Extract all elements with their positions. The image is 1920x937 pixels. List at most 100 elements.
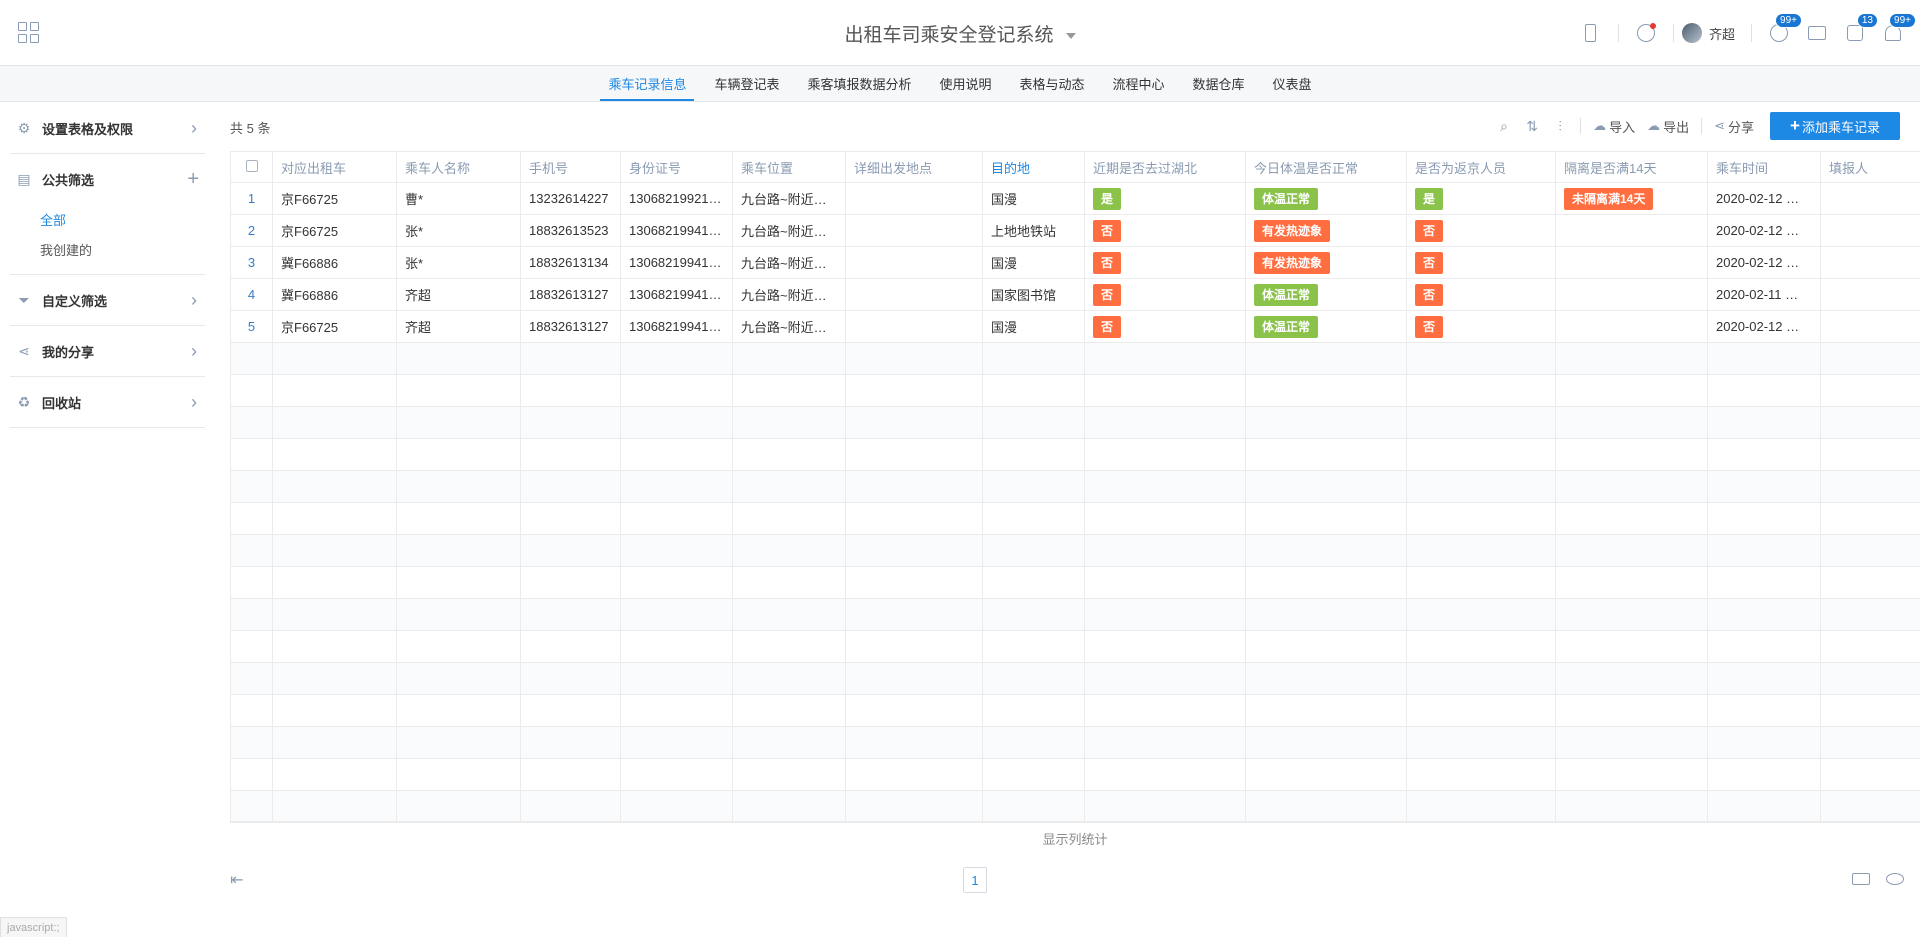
table-row[interactable]: 1 京F66725 曹* 13232614227 13068219921… 九台路~附近，… [230, 182, 1920, 215]
share-button[interactable]: ⋖ 分享 [1714, 117, 1754, 136]
column-header[interactable]: 对应出租车 [272, 151, 397, 183]
table-cell-name[interactable]: 齐超 [396, 310, 521, 343]
column-header[interactable]: 近期是否去过湖北 [1084, 151, 1246, 183]
table-cell-name[interactable]: 张* [396, 246, 521, 279]
table-cell-id[interactable]: 13068219941… [620, 214, 733, 247]
sidebar-item-public-filter[interactable]: ▤ 公共筛选 + [10, 154, 205, 204]
search-icon[interactable]: ⌕ [1493, 115, 1515, 137]
table-cell-hubei[interactable]: 否 [1084, 278, 1246, 311]
table-row[interactable]: 2 京F66725 张* 18832613523 13068219941… 九台路~附近，… [230, 214, 1920, 247]
table-cell-back[interactable]: 否 [1406, 246, 1556, 279]
column-header[interactable]: 身份证号 [620, 151, 733, 183]
tab-data-warehouse[interactable]: 数据仓库 [1179, 66, 1259, 101]
filter-all[interactable]: 全部 [10, 204, 205, 234]
tab-usage-guide[interactable]: 使用说明 [925, 66, 1005, 101]
table-cell-temp[interactable]: 有发热迹象 [1245, 246, 1407, 279]
table-cell-iso[interactable] [1555, 310, 1708, 343]
tab-passenger-analysis[interactable]: 乘客填报数据分析 [793, 66, 925, 101]
table-cell-loc[interactable]: 九台路~附近，… [732, 214, 846, 247]
page-button[interactable]: 1 [963, 867, 987, 893]
tab-workflow-center[interactable]: 流程中心 [1099, 66, 1179, 101]
column-stats-toggle[interactable]: 显示列统计 [230, 829, 1920, 848]
column-header[interactable]: 乘车位置 [732, 151, 846, 183]
column-header[interactable]: 手机号 [520, 151, 621, 183]
table-cell-iso[interactable] [1555, 214, 1708, 247]
table-cell-back[interactable]: 否 [1406, 278, 1556, 311]
row-index[interactable]: 4 [230, 278, 273, 311]
table-cell-detail[interactable] [845, 182, 983, 215]
export-button[interactable]: ☁ 导出 [1647, 117, 1689, 136]
clock-icon[interactable] [1635, 22, 1657, 44]
table-cell-car[interactable]: 冀F66886 [272, 246, 397, 279]
column-header[interactable]: 目的地 [982, 151, 1085, 183]
table-cell-back[interactable]: 否 [1406, 214, 1556, 247]
table-cell-time[interactable]: 2020-02-12 … [1707, 246, 1821, 279]
table-cell-loc[interactable]: 九台路~附近，… [732, 278, 846, 311]
table-cell-car[interactable]: 京F66725 [272, 214, 397, 247]
tab-vehicle-registry[interactable]: 车辆登记表 [700, 66, 793, 101]
import-button[interactable]: ☁ 导入 [1593, 117, 1635, 136]
select-all-checkbox[interactable] [230, 151, 273, 183]
avatar[interactable] [1681, 23, 1702, 43]
chevron-down-icon[interactable] [1065, 32, 1076, 39]
row-index[interactable]: 2 [230, 214, 273, 247]
sidebar-item-custom-filter[interactable]: ⏷ 自定义筛选 › [10, 275, 205, 325]
table-cell-name[interactable]: 曹* [396, 182, 521, 215]
sort-icon[interactable]: ⇅ [1521, 115, 1543, 137]
table-cell-reporter[interactable] [1820, 278, 1920, 311]
user-name[interactable]: 齐超 [1709, 24, 1735, 43]
table-cell-hubei[interactable]: 否 [1084, 310, 1246, 343]
table-cell-hubei[interactable]: 是 [1084, 182, 1246, 215]
table-cell-dest[interactable]: 国漫 [982, 246, 1085, 279]
sidebar-item-recycle-bin[interactable]: ♻ 回收站 › [10, 377, 205, 427]
table-cell-id[interactable]: 13068219941… [620, 246, 733, 279]
table-cell-temp[interactable]: 体温正常 [1245, 310, 1407, 343]
table-row[interactable]: 4 冀F66886 齐超 18832613127 13068219941… 九台路~附近，… [230, 278, 1920, 311]
message-icon[interactable]: 99+ [1768, 13, 1802, 44]
table-cell-id[interactable]: 13068219941… [620, 310, 733, 343]
bell-icon[interactable]: 99+ [1882, 13, 1916, 44]
table-cell-time[interactable]: 2020-02-12 … [1707, 214, 1821, 247]
table-cell-dest[interactable]: 上地地铁站 [982, 214, 1085, 247]
table-cell-time[interactable]: 2020-02-11 … [1707, 278, 1821, 311]
table-cell-temp[interactable]: 体温正常 [1245, 182, 1407, 215]
add-filter-icon[interactable]: + [187, 168, 199, 191]
table-cell-detail[interactable] [845, 246, 983, 279]
tab-forms-activity[interactable]: 表格与动态 [1006, 66, 1099, 101]
table-cell-iso[interactable]: 未隔离满14天 [1555, 182, 1708, 215]
tab-dashboard[interactable]: 仪表盘 [1259, 66, 1326, 101]
table-cell-detail[interactable] [845, 310, 983, 343]
table-cell-detail[interactable] [845, 214, 983, 247]
column-header[interactable]: 乘车人名称 [396, 151, 521, 183]
mobile-icon[interactable] [1580, 22, 1602, 44]
collapse-sidebar-icon[interactable]: ⇤ [230, 870, 243, 890]
sidebar-item-settings[interactable]: ⚙ 设置表格及权限 › [10, 103, 205, 153]
column-header[interactable]: 详细出发地点 [845, 151, 983, 183]
table-cell-dest[interactable]: 国漫 [982, 182, 1085, 215]
filter-mine[interactable]: 我创建的 [10, 234, 205, 264]
eye-icon[interactable] [1886, 873, 1904, 885]
column-header[interactable]: 填报人 [1820, 151, 1920, 183]
table-cell-loc[interactable]: 九台路~附近，… [732, 246, 846, 279]
table-cell-reporter[interactable] [1820, 214, 1920, 247]
tasks-icon[interactable]: 13 [1844, 13, 1878, 44]
table-cell-car[interactable]: 冀F66886 [272, 278, 397, 311]
table-cell-reporter[interactable] [1820, 246, 1920, 279]
table-row[interactable]: 3 冀F66886 张* 18832613134 13068219941… 九台路~附近，… [230, 246, 1920, 279]
table-cell-name[interactable]: 张* [396, 214, 521, 247]
table-cell-detail[interactable] [845, 278, 983, 311]
row-index[interactable]: 5 [230, 310, 273, 343]
table-cell-iso[interactable] [1555, 246, 1708, 279]
table-cell-iso[interactable] [1555, 278, 1708, 311]
table-cell-loc[interactable]: 九台路~附近，… [732, 310, 846, 343]
table-cell-phone[interactable]: 18832613523 [520, 214, 621, 247]
table-cell-temp[interactable]: 体温正常 [1245, 278, 1407, 311]
row-index[interactable]: 3 [230, 246, 273, 279]
table-cell-phone[interactable]: 18832613127 [520, 278, 621, 311]
table-cell-id[interactable]: 13068219941… [620, 278, 733, 311]
column-header[interactable]: 是否为返京人员 [1406, 151, 1556, 183]
column-header[interactable]: 乘车时间 [1707, 151, 1821, 183]
table-cell-reporter[interactable] [1820, 310, 1920, 343]
table-cell-hubei[interactable]: 否 [1084, 246, 1246, 279]
table-cell-id[interactable]: 13068219921… [620, 182, 733, 215]
